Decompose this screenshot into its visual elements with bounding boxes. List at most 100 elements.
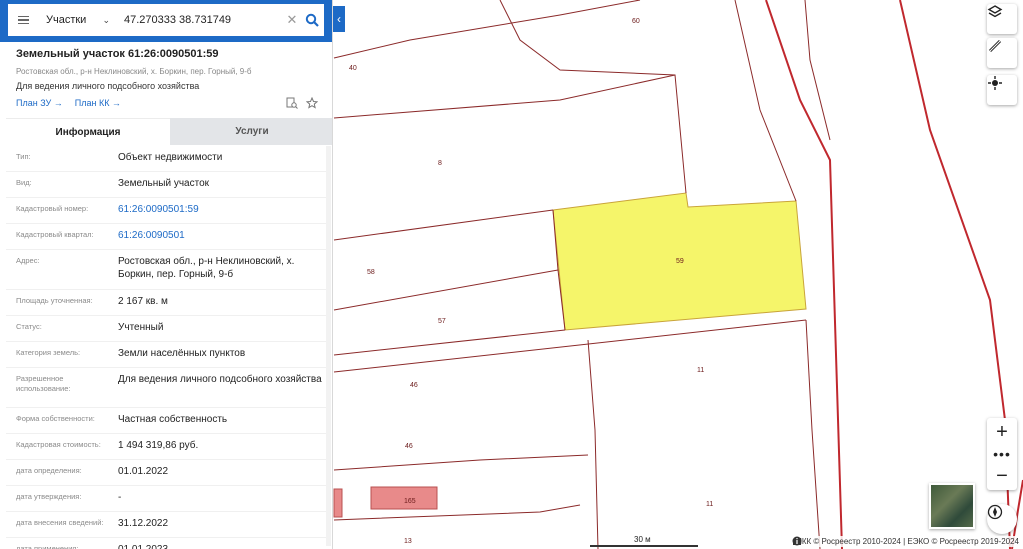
- property-row: Кадастровая стоимость: 1 494 319,86 руб.: [6, 434, 328, 460]
- attribution-text: ПКК © Росреестр 2010-2024 | ЕЭКО © Росре…: [796, 537, 1019, 546]
- parcel-label: 11: [706, 501, 713, 508]
- layers-icon: [987, 5, 1003, 18]
- chevron-left-icon: ‹: [337, 12, 341, 26]
- locate-button[interactable]: [987, 75, 1017, 105]
- property-value: Объект недвижимости: [118, 152, 223, 163]
- search-bar: Участки ⌄ ✕: [0, 0, 332, 42]
- object-actions: [286, 97, 318, 109]
- parcel-label: 40: [349, 65, 357, 72]
- property-value: 01.01.2023: [118, 538, 328, 549]
- property-label: Тип:: [16, 152, 31, 161]
- property-label: дата определения:: [16, 466, 82, 475]
- parcel-label: 13: [404, 538, 412, 545]
- search-box: Участки ⌄ ✕: [8, 4, 324, 36]
- plan-kk-link[interactable]: План КК →: [75, 98, 121, 108]
- parcel-label: 11: [697, 367, 704, 374]
- zoom-in-button[interactable]: +: [987, 418, 1017, 446]
- property-value: 31.12.2022: [118, 518, 169, 529]
- property-label: дата утверждения:: [16, 492, 82, 501]
- property-row: дата применения: 01.01.2023: [6, 538, 328, 549]
- property-value: Земли населённых пунктов: [118, 348, 246, 359]
- panel-tabs: Информация Услуги: [6, 118, 332, 145]
- compass-icon: [987, 504, 1003, 520]
- property-label: Адрес:: [16, 256, 40, 265]
- property-row: Вид: Земельный участок: [6, 172, 328, 198]
- cadastral-quarter-link[interactable]: 61:26:0090501: [118, 224, 328, 249]
- layer-select[interactable]: Участки ⌄: [38, 14, 118, 26]
- property-value: Земельный участок: [118, 178, 210, 189]
- more-button[interactable]: •••: [987, 446, 1017, 462]
- property-label: Кадастровая стоимость:: [16, 440, 101, 449]
- parcel-label: 57: [438, 318, 446, 325]
- search-icon: [305, 13, 319, 27]
- property-label: Статус:: [16, 322, 42, 331]
- scale-bar: 30 м: [590, 535, 698, 547]
- compass-button[interactable]: [987, 504, 1017, 534]
- property-row: Статус: Учтенный: [6, 316, 328, 342]
- map-attribution: ПКК © Росреестр 2010-2024 | ЕЭКО © Росре…: [792, 536, 1023, 547]
- zoom-controls: + ••• −: [987, 418, 1017, 490]
- chevron-down-icon: ⌄: [102, 14, 110, 25]
- object-usage: Для ведения личного подсобного хозяйства: [16, 81, 200, 91]
- layer-select-value: Участки: [46, 14, 87, 26]
- tab-services[interactable]: Услуги: [170, 118, 332, 145]
- property-value: 2 167 кв. м: [118, 296, 168, 307]
- object-title: Земельный участок 61:26:0090501:59: [16, 48, 219, 60]
- property-row: Адрес: Ростовская обл., р-н Неклиновский,…: [6, 250, 328, 290]
- building-left[interactable]: [333, 488, 343, 518]
- property-label: дата внесения сведений:: [16, 518, 104, 527]
- parcel-label: 60: [632, 18, 640, 25]
- cadastral-number-link[interactable]: 61:26:0090501:59: [118, 198, 328, 223]
- property-label: Кадастровый квартал:: [16, 230, 94, 239]
- property-value: 1 494 319,86 руб.: [118, 440, 199, 451]
- property-label: Категория земель:: [16, 348, 81, 357]
- property-value: Ростовская обл., р-н Неклиновский, х. Бо…: [118, 256, 295, 280]
- parcel-label: 58: [367, 269, 375, 276]
- tab-info[interactable]: Информация: [6, 118, 170, 145]
- scale-label: 30 м: [634, 535, 651, 544]
- property-row: дата определения: 01.01.2022: [6, 460, 328, 486]
- plan-links: План ЗУ → План КК →: [16, 98, 121, 108]
- collapse-panel-button[interactable]: ‹: [333, 6, 345, 32]
- property-row: Площадь уточненная: 2 167 кв. м: [6, 290, 328, 316]
- property-label: Вид:: [16, 178, 32, 187]
- parcel-label: 46: [410, 382, 418, 389]
- property-row: Категория земель: Земли населённых пункто…: [6, 342, 328, 368]
- property-value: 01.01.2022: [118, 466, 169, 477]
- property-label: Форма собственности:: [16, 414, 95, 423]
- parcel-label: 46: [405, 443, 413, 450]
- property-value: Частная собственность: [118, 414, 228, 425]
- panel-scrollbar[interactable]: [326, 146, 331, 546]
- object-address: Ростовская обл., р-н Неклиновский, х. Бо…: [16, 67, 252, 76]
- parcel-label: 8: [438, 160, 442, 167]
- clear-icon[interactable]: ✕: [284, 12, 300, 28]
- property-value: Для ведения личного подсобного хозяйства: [118, 374, 322, 385]
- property-value: -: [118, 492, 122, 503]
- ruler-icon: [988, 39, 1002, 53]
- outer-boundaries: [765, 0, 1023, 549]
- property-value: Учтенный: [118, 322, 164, 333]
- star-icon[interactable]: [306, 97, 318, 109]
- property-label: Разрешенное использование:: [16, 374, 71, 393]
- property-label: Кадастровый номер:: [16, 204, 89, 213]
- search-button[interactable]: [300, 13, 324, 27]
- layers-button[interactable]: [987, 4, 1017, 34]
- property-row: Разрешенное использование: Для ведения ли…: [6, 368, 328, 408]
- property-row: Форма собственности: Частная собственност…: [6, 408, 328, 434]
- property-label: Площадь уточненная:: [16, 296, 93, 305]
- search-input[interactable]: [118, 4, 284, 36]
- info-icon[interactable]: [792, 536, 802, 546]
- basemap-switch-thumbnail[interactable]: [929, 483, 975, 529]
- parcel-label: 59: [676, 258, 684, 265]
- plan-zu-link[interactable]: План ЗУ →: [16, 98, 63, 108]
- crosshair-icon: [988, 76, 1002, 90]
- document-search-icon[interactable]: [286, 97, 298, 109]
- property-row: дата внесения сведений: 31.12.2022: [6, 512, 328, 538]
- property-row: Кадастровый номер: 61:26:0090501:59: [6, 198, 328, 224]
- measure-button[interactable]: [987, 38, 1017, 68]
- info-panel: Участки ⌄ ✕ Земельный участок 61:26:0090…: [0, 0, 333, 549]
- zoom-out-button[interactable]: −: [987, 462, 1017, 490]
- property-label: дата применения:: [16, 544, 79, 549]
- menu-icon[interactable]: [8, 15, 38, 25]
- property-row: Кадастровый квартал: 61:26:0090501: [6, 224, 328, 250]
